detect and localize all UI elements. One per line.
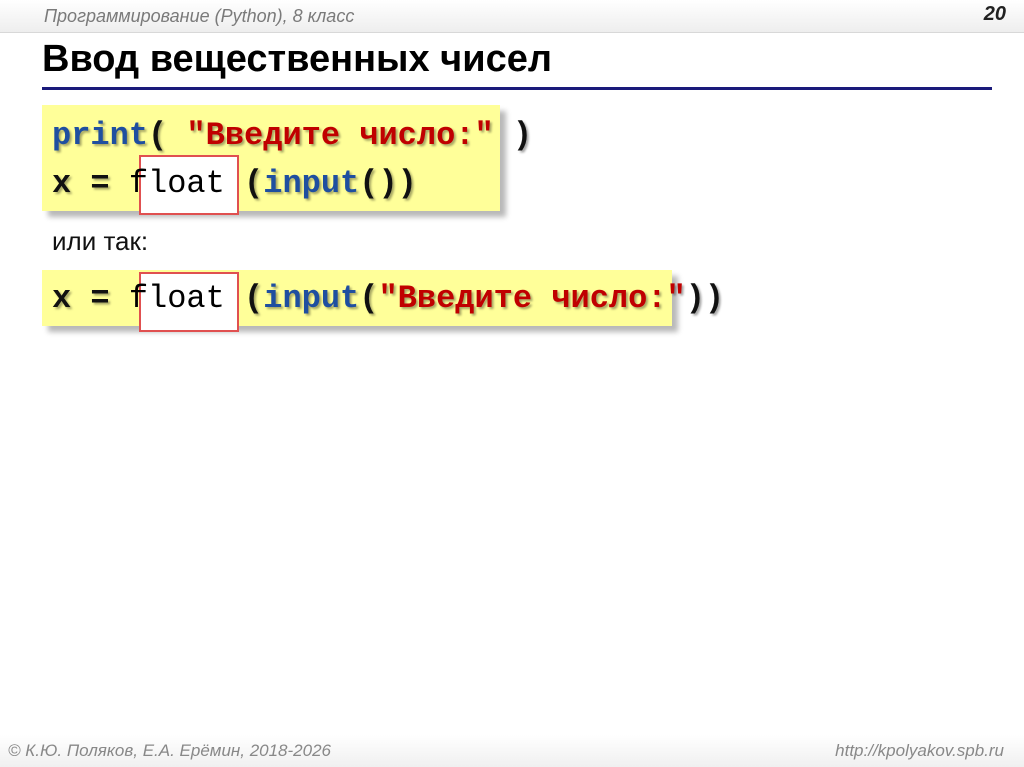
code-line-float-input: x = float (input()) xyxy=(52,160,417,208)
code-line-print: print( "Введите число:" ) xyxy=(52,112,532,160)
header-bar: Программирование (Python), 8 класс 20 xyxy=(0,0,1024,33)
code-function-float: float xyxy=(128,280,225,317)
code-text: ( xyxy=(359,280,379,317)
code-text: ()) xyxy=(359,165,417,202)
code-text: ( xyxy=(148,117,187,154)
slide-title: Ввод вещественных чисел xyxy=(42,38,552,80)
title-divider xyxy=(42,87,992,90)
code-text: ) xyxy=(493,117,533,154)
code-keyword-input: input xyxy=(263,280,360,317)
code-text: )) xyxy=(685,280,725,317)
code-function-float: float xyxy=(128,165,225,202)
footer-copyright: © К.Ю. Поляков, Е.А. Ерёмин, 2018-2026 xyxy=(8,741,331,760)
code-keyword-input: input xyxy=(263,165,360,202)
slide: Программирование (Python), 8 класс 20 Вв… xyxy=(0,0,1024,767)
code-string: "Введите число:" xyxy=(186,117,494,154)
course-title: Программирование (Python), 8 класс xyxy=(44,6,355,26)
code-line-float-input-prompt: x = float (input("Введите число:")) xyxy=(52,275,724,323)
code-keyword-print: print xyxy=(52,117,149,154)
footer-url: http://kpolyakov.spb.ru xyxy=(835,741,1004,760)
code-text: ( xyxy=(224,165,264,202)
footer-bar: © К.Ю. Поляков, Е.А. Ерёмин, 2018-2026 h… xyxy=(0,735,1024,767)
alternative-label: или так: xyxy=(52,226,149,256)
page-number: 20 xyxy=(983,3,1006,25)
code-text: ( xyxy=(224,280,264,317)
code-text: x = xyxy=(52,280,129,317)
code-text: x = xyxy=(52,165,129,202)
code-string: "Введите число:" xyxy=(378,280,686,317)
